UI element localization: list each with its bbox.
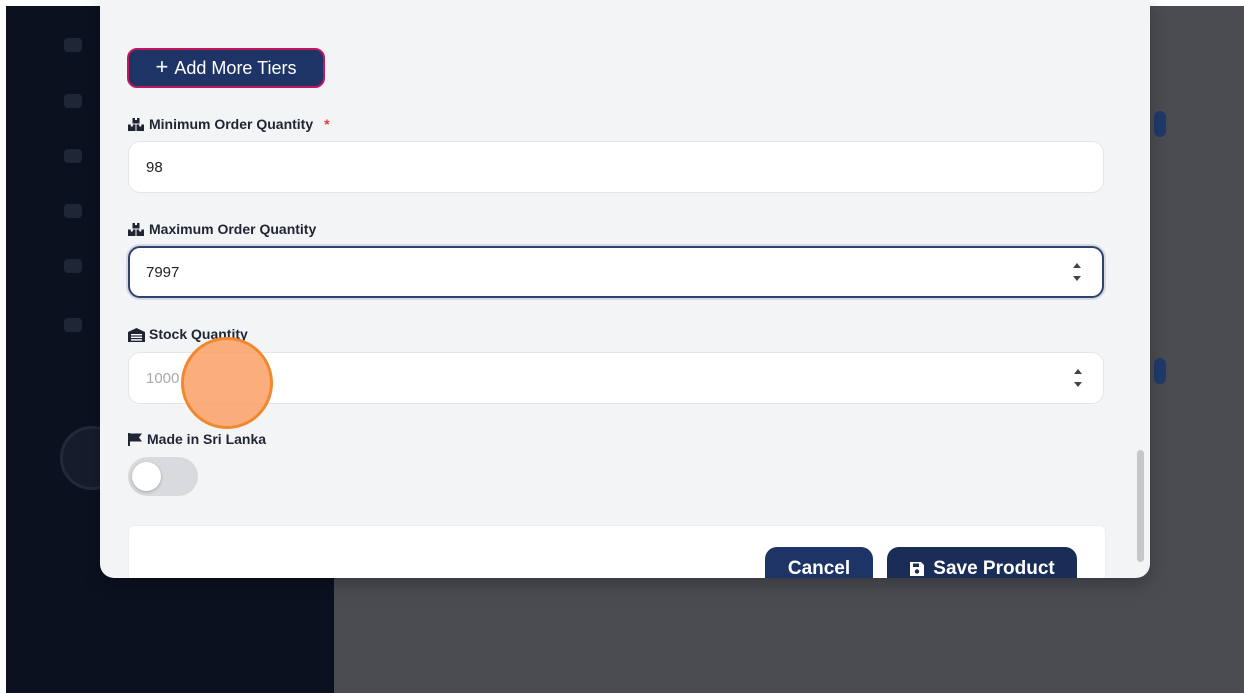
warehouse-icon xyxy=(128,327,145,342)
made-in-label: Made in Sri Lanka xyxy=(128,431,266,447)
add-more-tiers-button[interactable]: + Add More Tiers xyxy=(127,48,325,88)
sidebar-icon xyxy=(64,149,82,163)
number-stepper[interactable] xyxy=(1072,263,1082,281)
max-order-value: 7997 xyxy=(146,263,180,281)
stock-placeholder: 1000 xyxy=(146,369,180,387)
stepper-up-icon[interactable] xyxy=(1073,263,1081,268)
stepper-down-icon[interactable] xyxy=(1074,382,1082,387)
background-badge xyxy=(1154,111,1166,137)
sidebar-icon xyxy=(64,204,82,218)
toggle-knob xyxy=(132,462,161,491)
add-product-modal: + Add More Tiers Minimum Order Quantity … xyxy=(100,0,1150,578)
plus-icon: + xyxy=(155,54,169,79)
made-in-sri-lanka-toggle[interactable] xyxy=(128,457,198,496)
stepper-down-icon[interactable] xyxy=(1073,276,1081,281)
required-marker: * xyxy=(324,116,330,132)
cancel-button[interactable]: Cancel xyxy=(765,547,873,578)
modal-scrollbar[interactable] xyxy=(1137,450,1144,562)
min-order-value: 98 xyxy=(146,158,163,176)
min-order-label: Minimum Order Quantity * xyxy=(128,116,330,132)
boxes-icon xyxy=(128,117,144,131)
made-in-label-text: Made in Sri Lanka xyxy=(147,431,267,447)
stock-input[interactable]: 1000 xyxy=(128,352,1104,404)
sidebar-icon xyxy=(64,259,82,273)
flag-icon xyxy=(128,432,142,446)
sidebar-icon xyxy=(64,38,82,52)
cancel-label: Cancel xyxy=(787,558,851,578)
min-order-input[interactable]: 98 xyxy=(128,141,1104,193)
boxes-icon xyxy=(128,222,144,236)
max-order-input[interactable]: 7997 xyxy=(128,246,1104,298)
stepper-up-icon[interactable] xyxy=(1074,369,1082,374)
sidebar-icon xyxy=(64,318,82,332)
number-stepper[interactable] xyxy=(1073,369,1083,387)
min-order-label-text: Minimum Order Quantity xyxy=(149,116,314,132)
save-product-label: Save Product xyxy=(933,558,1055,578)
save-icon xyxy=(909,561,925,577)
max-order-label-text: Maximum Order Quantity xyxy=(149,221,317,237)
save-product-button[interactable]: Save Product xyxy=(887,547,1077,578)
add-more-tiers-label: Add More Tiers xyxy=(174,57,297,78)
sidebar-icon xyxy=(64,94,82,108)
click-indicator xyxy=(181,337,273,429)
background-badge xyxy=(1154,358,1166,384)
max-order-label: Maximum Order Quantity xyxy=(128,221,316,237)
